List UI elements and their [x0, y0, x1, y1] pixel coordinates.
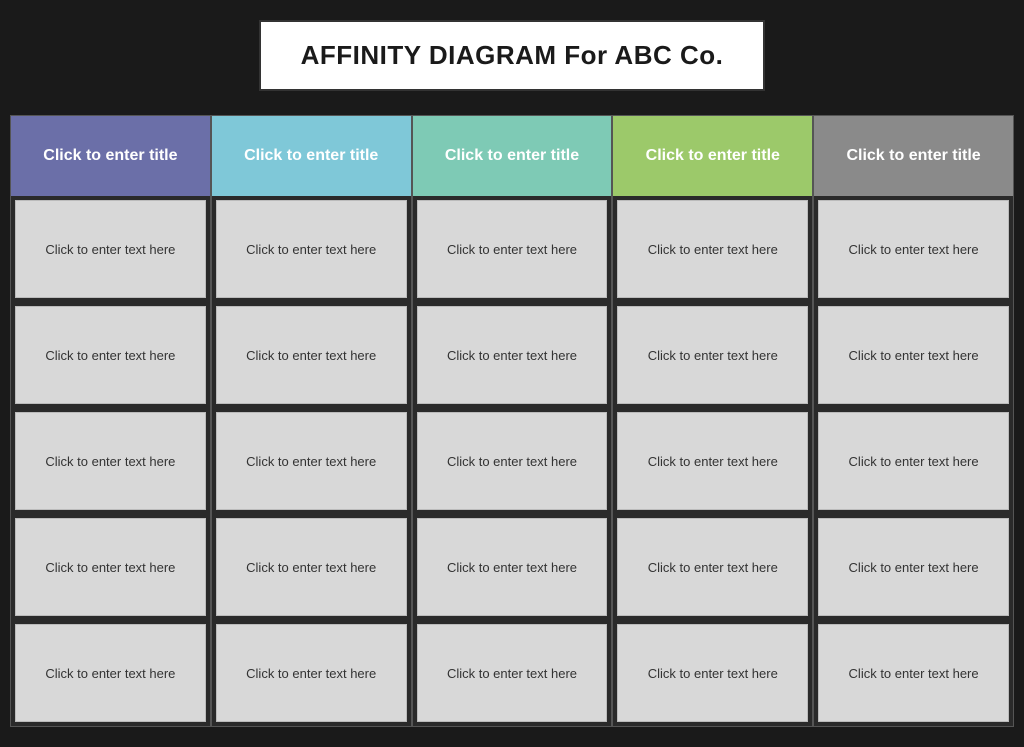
card-text-col4-row4: Click to enter text here	[648, 560, 778, 575]
card-text-col2-row3: Click to enter text here	[246, 454, 376, 469]
card-text-col2-row2: Click to enter text here	[246, 348, 376, 363]
card-col5-row4[interactable]: Click to enter text here	[818, 518, 1009, 616]
card-col2-row1[interactable]: Click to enter text here	[216, 200, 407, 298]
column-4: Click to enter title Click to enter text …	[612, 115, 813, 727]
card-col2-row4[interactable]: Click to enter text here	[216, 518, 407, 616]
card-text-col5-row3: Click to enter text here	[849, 454, 979, 469]
column-body-2: Click to enter text here Click to enter t…	[212, 196, 411, 726]
card-text-col2-row1: Click to enter text here	[246, 242, 376, 257]
card-col3-row3[interactable]: Click to enter text here	[417, 412, 608, 510]
column-header-4[interactable]: Click to enter title	[613, 116, 812, 196]
card-text-col2-row4: Click to enter text here	[246, 560, 376, 575]
column-header-3[interactable]: Click to enter title	[413, 116, 612, 196]
column-header-2[interactable]: Click to enter title	[212, 116, 411, 196]
card-col4-row1[interactable]: Click to enter text here	[617, 200, 808, 298]
column-1: Click to enter title Click to enter text …	[10, 115, 211, 727]
card-text-col3-row1: Click to enter text here	[447, 242, 577, 257]
card-text-col1-row1: Click to enter text here	[45, 242, 175, 257]
card-col2-row3[interactable]: Click to enter text here	[216, 412, 407, 510]
column-2: Click to enter title Click to enter text …	[211, 115, 412, 727]
card-text-col1-row2: Click to enter text here	[45, 348, 175, 363]
page-title: AFFINITY DIAGRAM For ABC Co.	[301, 40, 724, 70]
title-container: AFFINITY DIAGRAM For ABC Co.	[259, 20, 766, 115]
card-col4-row5[interactable]: Click to enter text here	[617, 624, 808, 722]
card-text-col1-row4: Click to enter text here	[45, 560, 175, 575]
card-col2-row5[interactable]: Click to enter text here	[216, 624, 407, 722]
card-col3-row2[interactable]: Click to enter text here	[417, 306, 608, 404]
column-header-1[interactable]: Click to enter title	[11, 116, 210, 196]
card-text-col3-row2: Click to enter text here	[447, 348, 577, 363]
title-box[interactable]: AFFINITY DIAGRAM For ABC Co.	[259, 20, 766, 91]
card-text-col1-row5: Click to enter text here	[45, 666, 175, 681]
column-header-text-2: Click to enter title	[244, 147, 378, 165]
card-col1-row4[interactable]: Click to enter text here	[15, 518, 206, 616]
card-col2-row2[interactable]: Click to enter text here	[216, 306, 407, 404]
card-text-col3-row4: Click to enter text here	[447, 560, 577, 575]
column-header-text-3: Click to enter title	[445, 147, 579, 165]
card-col4-row3[interactable]: Click to enter text here	[617, 412, 808, 510]
card-col4-row2[interactable]: Click to enter text here	[617, 306, 808, 404]
card-col1-row2[interactable]: Click to enter text here	[15, 306, 206, 404]
card-col1-row3[interactable]: Click to enter text here	[15, 412, 206, 510]
card-col1-row1[interactable]: Click to enter text here	[15, 200, 206, 298]
card-text-col4-row3: Click to enter text here	[648, 454, 778, 469]
column-body-3: Click to enter text here Click to enter t…	[413, 196, 612, 726]
column-body-4: Click to enter text here Click to enter t…	[613, 196, 812, 726]
card-col4-row4[interactable]: Click to enter text here	[617, 518, 808, 616]
card-col1-row5[interactable]: Click to enter text here	[15, 624, 206, 722]
column-body-1: Click to enter text here Click to enter t…	[11, 196, 210, 726]
card-col5-row1[interactable]: Click to enter text here	[818, 200, 1009, 298]
card-text-col3-row5: Click to enter text here	[447, 666, 577, 681]
column-3: Click to enter title Click to enter text …	[412, 115, 613, 727]
card-col3-row4[interactable]: Click to enter text here	[417, 518, 608, 616]
card-text-col4-row2: Click to enter text here	[648, 348, 778, 363]
card-text-col1-row3: Click to enter text here	[45, 454, 175, 469]
column-header-text-4: Click to enter title	[646, 147, 780, 165]
card-text-col5-row2: Click to enter text here	[849, 348, 979, 363]
card-col5-row2[interactable]: Click to enter text here	[818, 306, 1009, 404]
card-col3-row5[interactable]: Click to enter text here	[417, 624, 608, 722]
card-text-col4-row1: Click to enter text here	[648, 242, 778, 257]
column-header-text-5: Click to enter title	[846, 147, 980, 165]
card-col5-row5[interactable]: Click to enter text here	[818, 624, 1009, 722]
column-header-text-1: Click to enter title	[43, 147, 177, 165]
card-text-col3-row3: Click to enter text here	[447, 454, 577, 469]
card-text-col2-row5: Click to enter text here	[246, 666, 376, 681]
column-5: Click to enter title Click to enter text …	[813, 115, 1014, 727]
card-text-col5-row5: Click to enter text here	[849, 666, 979, 681]
card-text-col5-row1: Click to enter text here	[849, 242, 979, 257]
card-col3-row1[interactable]: Click to enter text here	[417, 200, 608, 298]
column-body-5: Click to enter text here Click to enter t…	[814, 196, 1013, 726]
card-text-col4-row5: Click to enter text here	[648, 666, 778, 681]
column-header-5[interactable]: Click to enter title	[814, 116, 1013, 196]
card-col5-row3[interactable]: Click to enter text here	[818, 412, 1009, 510]
diagram-container: Click to enter title Click to enter text …	[10, 115, 1014, 727]
card-text-col5-row4: Click to enter text here	[849, 560, 979, 575]
